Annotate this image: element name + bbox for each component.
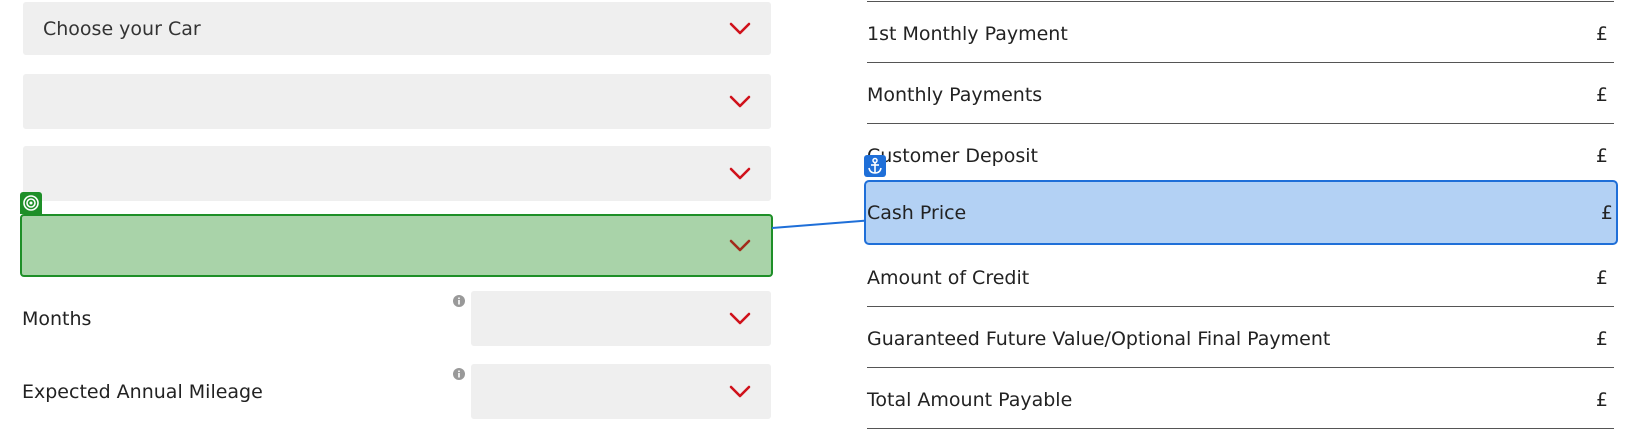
option-select-3[interactable] bbox=[23, 146, 771, 201]
months-select[interactable] bbox=[471, 291, 771, 346]
divider bbox=[867, 62, 1614, 63]
info-icon[interactable] bbox=[453, 295, 465, 307]
divider bbox=[867, 367, 1614, 368]
car-select-value: Choose your Car bbox=[43, 17, 201, 40]
summary-row-customer-deposit: Customer Deposit £ bbox=[867, 125, 1614, 186]
target-icon bbox=[23, 195, 39, 211]
currency-symbol: £ bbox=[1595, 327, 1608, 350]
anchor-icon bbox=[868, 157, 882, 174]
summary-row-first-monthly-payment: 1st Monthly Payment £ bbox=[867, 3, 1614, 64]
summary-row-label: Guaranteed Future Value/Optional Final P… bbox=[867, 327, 1331, 350]
divider bbox=[867, 428, 1614, 429]
chevron-down-icon bbox=[729, 385, 751, 397]
chevron-down-icon bbox=[729, 239, 751, 251]
summary-row-total-amount-payable: Total Amount Payable £ bbox=[867, 369, 1614, 430]
mileage-label: Expected Annual Mileage bbox=[22, 381, 263, 403]
info-icon[interactable] bbox=[453, 368, 465, 380]
summary-row-monthly-payments: Monthly Payments £ bbox=[867, 64, 1614, 125]
summary-row-label: Total Amount Payable bbox=[867, 388, 1073, 411]
mileage-select[interactable] bbox=[471, 364, 771, 419]
currency-symbol: £ bbox=[1595, 266, 1608, 289]
summary-row-label: Customer Deposit bbox=[867, 144, 1038, 167]
divider bbox=[867, 1, 1614, 2]
option-select-2[interactable] bbox=[23, 74, 771, 129]
anchor-badge bbox=[864, 155, 886, 177]
chevron-down-icon bbox=[729, 312, 751, 324]
currency-symbol: £ bbox=[1595, 22, 1608, 45]
summary-row-label: 1st Monthly Payment bbox=[867, 22, 1068, 45]
car-select[interactable]: Choose your Car bbox=[23, 2, 771, 55]
connector-line bbox=[771, 219, 866, 229]
summary-row-guaranteed-future-value: Guaranteed Future Value/Optional Final P… bbox=[867, 308, 1614, 369]
summary-row-cash-price-highlighted[interactable]: Cash Price £ bbox=[864, 180, 1618, 245]
summary-row-label: Monthly Payments bbox=[867, 83, 1043, 106]
summary-row-amount-of-credit: Amount of Credit £ bbox=[867, 247, 1614, 308]
summary-row-label: Amount of Credit bbox=[867, 266, 1030, 289]
currency-symbol: £ bbox=[1595, 388, 1608, 411]
target-badge bbox=[20, 192, 42, 214]
chevron-down-icon bbox=[729, 22, 751, 34]
currency-symbol: £ bbox=[1595, 144, 1608, 167]
chevron-down-icon bbox=[729, 167, 751, 179]
divider bbox=[867, 123, 1614, 124]
summary-row-label: Cash Price bbox=[867, 201, 967, 224]
months-label: Months bbox=[22, 308, 92, 330]
currency-symbol: £ bbox=[1600, 201, 1613, 224]
divider bbox=[867, 306, 1614, 307]
currency-symbol: £ bbox=[1595, 83, 1608, 106]
chevron-down-icon bbox=[729, 95, 751, 107]
option-select-4-highlighted[interactable] bbox=[20, 214, 773, 277]
